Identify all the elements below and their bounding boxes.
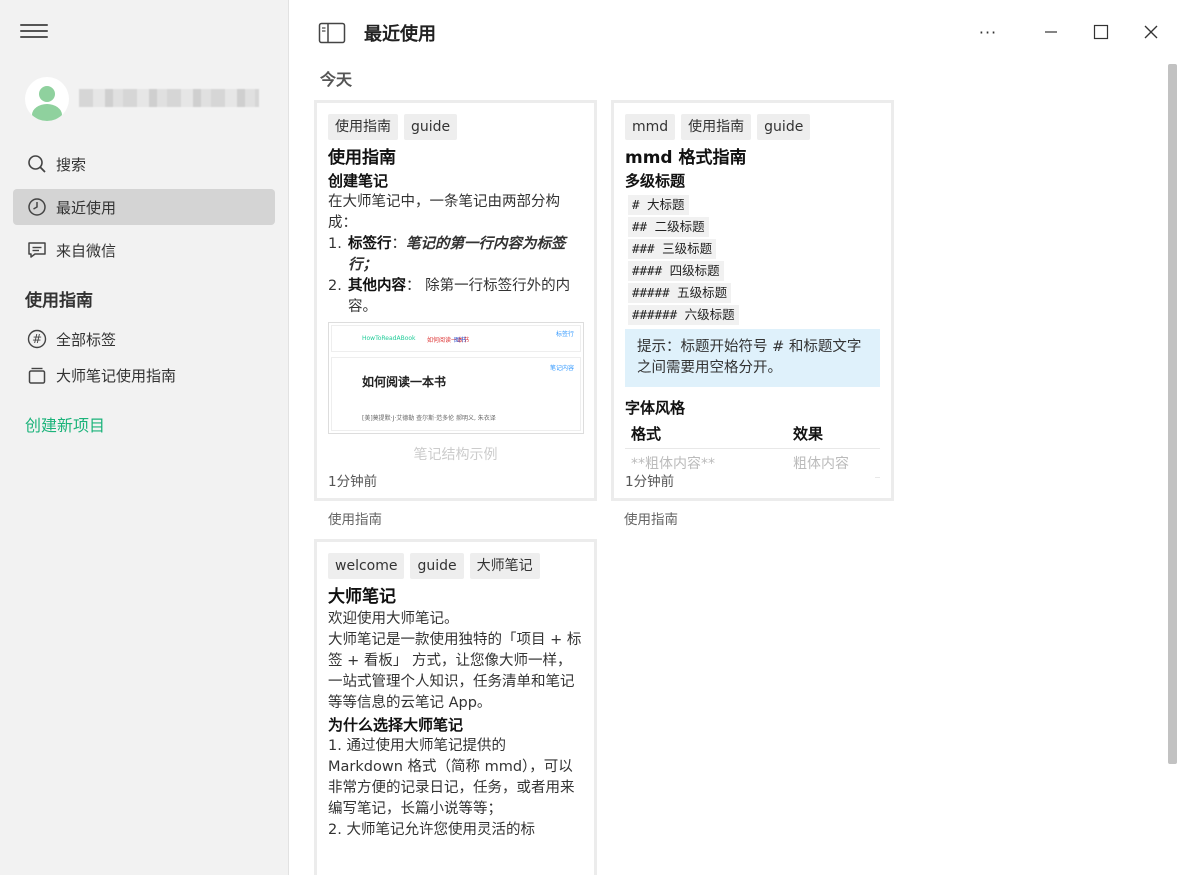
note-subtitle: 创建笔记 [328,172,389,190]
code-snippet: #### 四级标题 [628,261,724,281]
tag[interactable]: 使用指南 [681,114,752,140]
tag[interactable]: welcome [328,553,405,579]
sidebar: 搜索 最近使用 来自微信 使用指南 # 全部标签 大师笔记使用指南 创建新项目 [0,0,289,875]
note-timestamp: 1分钟前 [625,470,875,490]
note-paragraph: 2. 大师笔记允许您使用灵活的标 [328,822,535,838]
menu-icon[interactable] [20,24,48,42]
note-paragraph: 欢迎使用大师笔记。 [328,611,459,627]
list-item: 2. 其他内容： 除第一行标签行外的内容。 [328,278,571,315]
list-item: 1. 标签行：笔记的第一行内容为标签行； [328,236,566,273]
tag[interactable]: guide [404,114,458,140]
note-subtitle: 多级标题 [625,172,686,190]
note-paragraph: 在大师笔记中，一条笔记由两部分构成： [328,194,560,231]
note-card[interactable]: welcome guide 大师笔记 大师笔记 欢迎使用大师笔记。 大师笔记是一… [314,539,597,875]
sidebar-item-label: 最近使用 [56,198,117,217]
code-snippet: ### 三级标题 [628,239,717,259]
note-card[interactable]: 使用指南 guide 使用指南 创建笔记 在大师笔记中，一条笔记由两部分构成： … [314,100,597,501]
note-title: 大师笔记 [328,587,396,607]
tag[interactable]: guide [410,553,464,579]
sidebar-toggle-icon[interactable] [318,22,346,44]
sidebar-item-wechat[interactable]: 来自微信 [13,232,275,268]
minimize-icon [1045,31,1057,33]
note-title: mmd 格式指南 [625,148,747,168]
note-paragraph: 1. 通过使用大师笔记提供的 Markdown 格式（简称 mmd），可以非常方… [328,738,575,817]
note-paragraph: 大师笔记是一款使用独特的「项目 + 标签 + 看板」 方式，让您像大师一样，一站… [328,632,582,711]
note-subtitle: 字体风格 [625,399,686,417]
section-title: 使用指南 [25,291,93,311]
avatar[interactable] [25,77,69,121]
code-snippet: # 大标题 [628,195,689,215]
clock-icon [26,196,48,218]
sidebar-item-all-tags[interactable]: # 全部标签 [13,321,275,357]
svg-text:#: # [32,332,42,346]
sidebar-item-search[interactable]: 搜索 [13,146,275,182]
note-timestamp: 1分钟前 [328,474,378,490]
code-snippet: ###### 六级标题 [628,305,739,325]
sidebar-item-recent[interactable]: 最近使用 [13,189,275,225]
tip-box: 提示：标题开始符号 # 和标题文字之间需要用空格分开。 [625,329,880,387]
note-project-label[interactable]: 使用指南 [624,508,678,528]
tag[interactable]: mmd [625,114,676,140]
username-blurred [79,89,259,107]
tag[interactable]: 大师笔记 [469,553,540,579]
hashtag-icon: # [26,328,48,350]
close-button[interactable] [1131,14,1171,50]
sidebar-item-label: 来自微信 [56,241,117,260]
maximize-icon [1093,24,1109,40]
search-icon [26,153,48,175]
note-card[interactable]: mmd 使用指南 guide mmd 格式指南 多级标题 # 大标题 ## 二级… [611,100,894,501]
sidebar-item-label: 搜索 [56,155,87,174]
table-header: 格式 [631,425,662,443]
code-snippet: ##### 五级标题 [628,283,732,303]
table-header: 效果 [793,425,824,443]
create-project-link[interactable]: 创建新项目 [25,412,105,436]
more-options-button[interactable]: ··· [968,14,1008,50]
sidebar-item-label: 全部标签 [56,330,117,349]
scrollbar-thumb[interactable] [1168,64,1177,764]
note-structure-image: HowToReadABook 如何阅读一本书 图书 标签行 笔记内容 如何阅读一… [328,322,584,434]
tag[interactable]: 使用指南 [328,114,398,140]
note-subtitle: 为什么选择大师笔记 [328,716,464,734]
sidebar-item-label: 大师笔记使用指南 [56,366,177,385]
note-project-label[interactable]: 使用指南 [328,508,382,528]
maximize-button[interactable] [1081,14,1121,50]
note-title: 使用指南 [328,148,396,168]
tag[interactable]: guide [757,114,811,140]
date-group-label: 今天 [320,70,353,89]
notebook-stack-icon [26,364,48,386]
sidebar-item-project[interactable]: 大师笔记使用指南 [13,357,275,393]
page-title: 最近使用 [364,24,436,45]
close-icon [1144,25,1158,39]
code-snippet: ## 二级标题 [628,217,709,237]
chat-icon [26,239,48,261]
minimize-button[interactable] [1031,14,1071,50]
image-caption: 笔记结构示例 [413,447,498,463]
